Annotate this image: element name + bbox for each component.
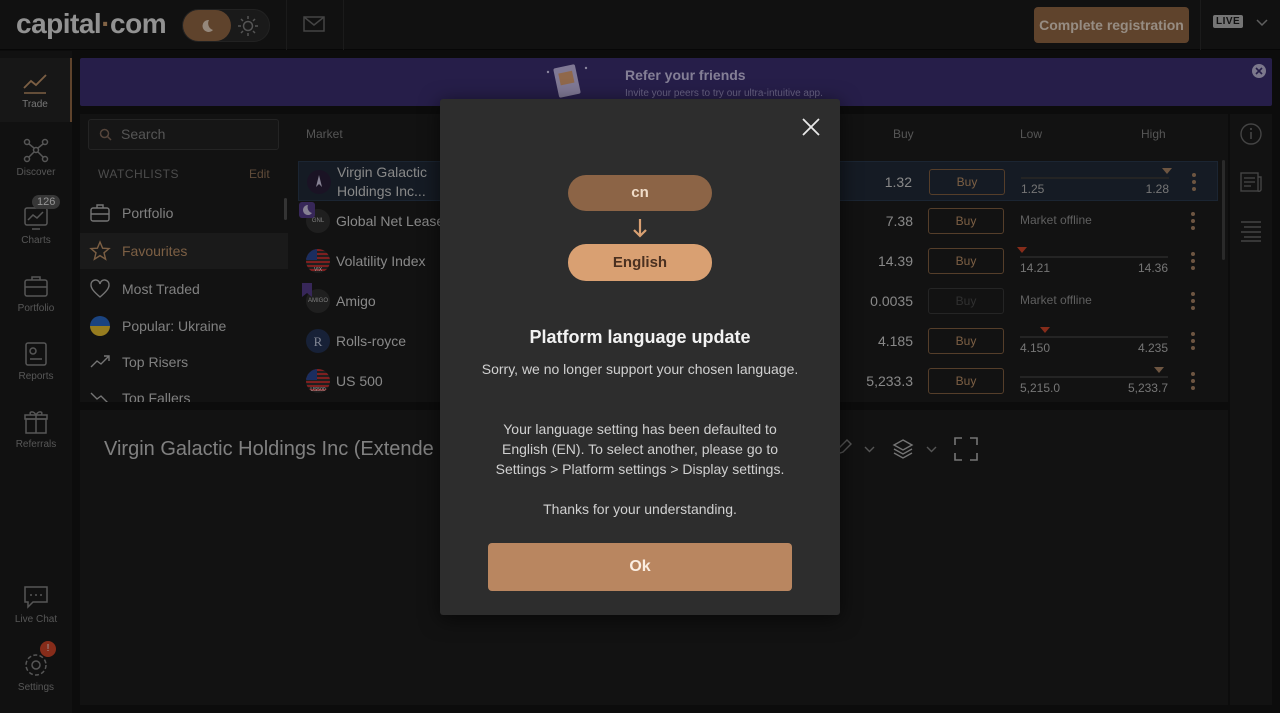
- arrow-down-icon: [633, 219, 647, 238]
- previous-language-pill: cn: [568, 175, 712, 211]
- dialog-body-apology: Sorry, we no longer support your chosen …: [481, 361, 799, 377]
- dialog-title: Platform language update: [529, 327, 751, 347]
- new-language-pill: English: [568, 244, 712, 281]
- dialog-body-thanks: Thanks for your understanding.: [543, 501, 737, 517]
- close-icon[interactable]: [802, 118, 820, 136]
- language-update-dialog: cn English Platform language update Sorr…: [440, 99, 840, 615]
- ok-button[interactable]: Ok: [488, 543, 792, 591]
- dialog-body-instructions: Your language setting has been defaulted…: [495, 421, 785, 477]
